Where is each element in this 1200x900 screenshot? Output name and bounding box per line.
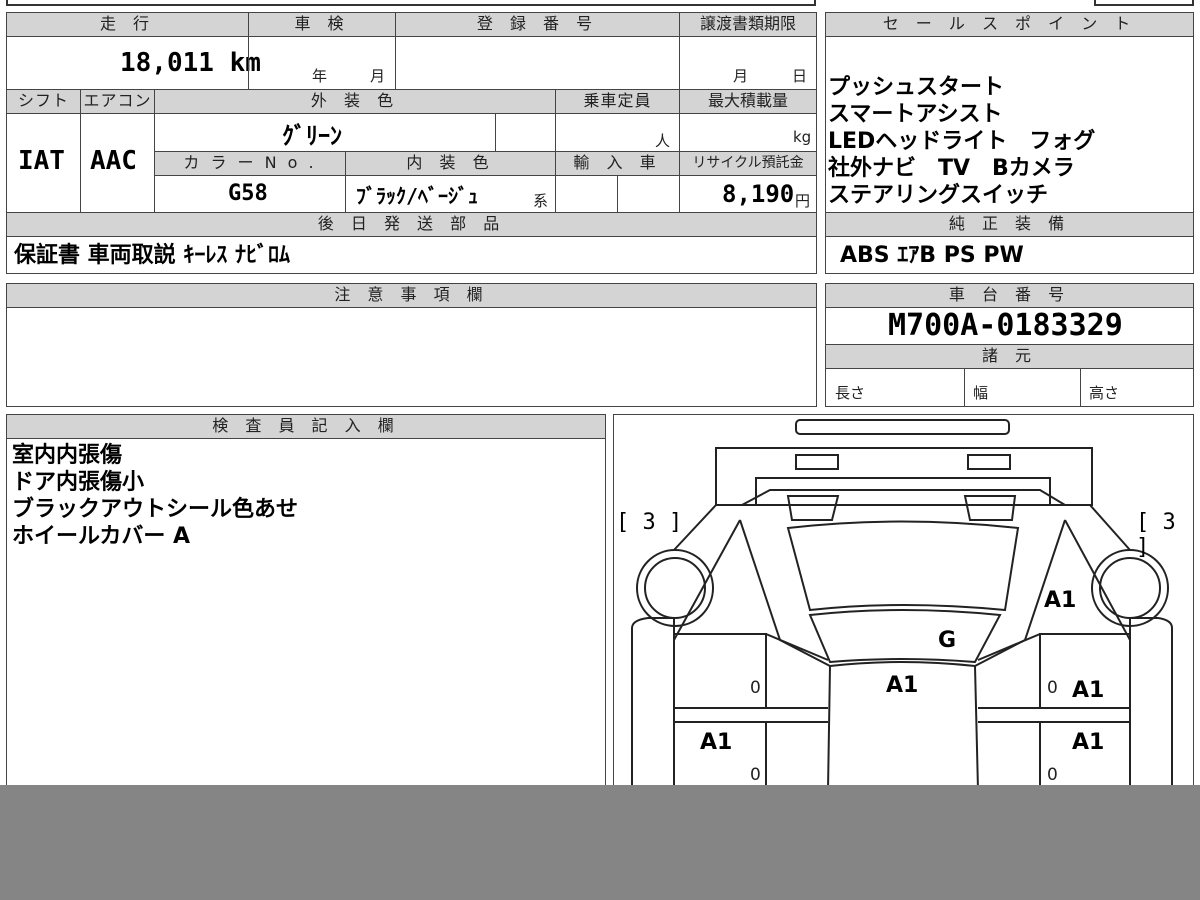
color-no-header: カ ラ ー N o .: [154, 151, 346, 176]
mileage-header: 走 行: [6, 12, 249, 37]
sales-points-header: セ ー ル ス ポ イ ン ト: [825, 12, 1194, 37]
int-color-suffix: 系: [533, 192, 549, 210]
capacity-unit: 人: [655, 132, 671, 150]
inspector-line: ドア内張傷小: [12, 470, 145, 495]
recycle-unit: 円: [795, 192, 811, 210]
factory-equipment-header: 純 正 装 備: [825, 212, 1194, 237]
chassis-number: M700A-0183329: [888, 308, 1123, 343]
later-parts-header: 後 日 発 送 部 品: [6, 212, 817, 237]
damage-mark-right-front-door: A1: [1072, 678, 1105, 703]
zero-mark: 0: [750, 765, 761, 785]
tire-depth-left: [ 3 ]: [616, 510, 683, 535]
spec-length-label: 長さ: [835, 384, 866, 402]
sales-point-line: スマートアシスト: [828, 102, 1003, 127]
chassis-header: 車 台 番 号: [825, 283, 1194, 308]
later-parts-value: 保証書 車両取説 ｷｰﾚｽ ﾅﾋﾞﾛﾑ: [14, 243, 290, 268]
inspection-header: 車 検: [248, 12, 396, 37]
inspection-month: 月: [370, 67, 386, 85]
inspector-line: ブラックアウトシール色あせ: [12, 497, 299, 522]
shift-value: IAT: [18, 146, 65, 176]
capacity-header: 乗車定員: [555, 89, 680, 114]
notes-header: 注 意 事 項 欄: [6, 283, 817, 308]
mileage-value: 18,011 km: [120, 48, 261, 78]
spec-header: 諸 元: [825, 344, 1194, 369]
import-cell-b: [617, 175, 680, 213]
damage-mark-left-rear-door: A1: [700, 730, 733, 755]
shift-header: シフト: [6, 89, 81, 114]
factory-equipment-value: ABS ｴｱB PS PW: [840, 243, 1024, 268]
max-load-unit: kg: [793, 128, 812, 146]
damage-mark-right-rear-door: A1: [1072, 730, 1105, 755]
damage-mark-right-front-fender: A1: [1044, 588, 1077, 613]
spec-height-label: 高さ: [1089, 384, 1120, 402]
import-header: 輸 入 車: [555, 151, 680, 176]
ac-header: エアコン: [80, 89, 155, 114]
sales-point-line: 社外ナビ TV Bカメラ: [828, 156, 1075, 181]
registration-header: 登 録 番 号: [395, 12, 680, 37]
top-strip-right: [1094, 0, 1194, 6]
sales-point-line: ステアリングスイッチ: [828, 183, 1049, 208]
int-color-header: 内 装 色: [345, 151, 556, 176]
max-load-header: 最大積載量: [679, 89, 817, 114]
notes-cell: [6, 307, 817, 407]
sales-point-line: プッシュスタート: [828, 75, 1005, 100]
zero-mark: 0: [750, 678, 761, 698]
inspection-year: 年: [312, 67, 328, 85]
inspector-header: 検 査 員 記 入 欄: [6, 414, 606, 439]
recycle-header: リサイクル預託金: [679, 151, 817, 176]
top-strip: [6, 0, 816, 6]
damage-mark-hood: A1: [886, 673, 919, 698]
color-no-value: G58: [228, 181, 268, 206]
ext-color-value: ｸﾞﾘｰﾝ: [282, 122, 342, 150]
transfer-deadline-header: 譲渡書類期限: [679, 12, 817, 37]
inspector-line: 室内内張傷: [12, 443, 123, 468]
bottom-overlay-bar: [0, 785, 1200, 900]
tire-depth-right: [ 3 ]: [1136, 510, 1176, 560]
spec-width-label: 幅: [973, 384, 989, 402]
damage-mark-windshield: G: [938, 628, 957, 653]
transfer-month: 月: [733, 67, 749, 85]
recycle-value: 8,190: [722, 180, 795, 208]
ext-color-extra-cell: [495, 113, 556, 152]
inspector-line: ホイールカバー A: [12, 524, 191, 549]
import-cell-a: [555, 175, 618, 213]
sales-point-line: LEDヘッドライト フォグ: [828, 129, 1096, 154]
registration-cell: [395, 36, 680, 90]
zero-mark: 0: [1047, 678, 1058, 698]
ext-color-header: 外 装 色: [154, 89, 556, 114]
ac-value: AAC: [90, 146, 137, 176]
zero-mark: 0: [1047, 765, 1058, 785]
int-color-value: ﾌﾞﾗｯｸ/ﾍﾞｰｼﾞｭ: [356, 184, 479, 208]
transfer-day: 日: [792, 67, 808, 85]
